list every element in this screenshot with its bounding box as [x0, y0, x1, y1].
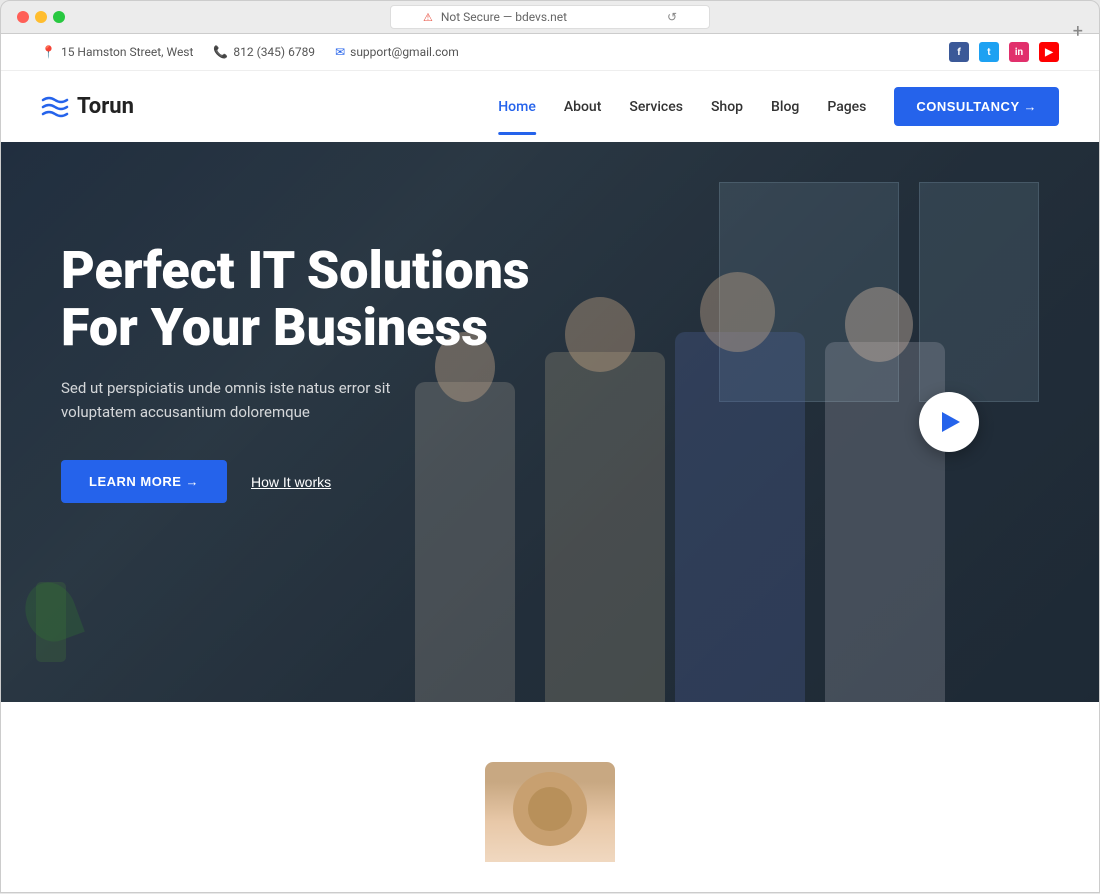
browser-body: 📍 15 Hamston Street, West 📞 812 (345) 67…: [1, 33, 1099, 892]
hero-title-line1: Perfect IT Solutions: [61, 240, 530, 301]
logo-icon: [41, 96, 69, 118]
address-text: Not Secure — bdevs.net: [441, 10, 567, 24]
play-video-button[interactable]: [919, 392, 979, 452]
plant-decor: [21, 582, 81, 702]
hero-content: Perfect IT Solutions For Your Business S…: [1, 142, 621, 563]
nav-blog[interactable]: Blog: [771, 99, 799, 115]
hero-actions: LEARN MORE → How It works: [61, 460, 561, 503]
hero-title-line2: For Your Business: [61, 297, 488, 358]
consultancy-button[interactable]: CONSULTANCY →: [894, 87, 1059, 126]
hero-section: Perfect IT Solutions For Your Business S…: [1, 142, 1099, 702]
email-icon: ✉: [335, 45, 345, 59]
facebook-icon[interactable]: f: [949, 42, 969, 62]
learn-more-button[interactable]: LEARN MORE →: [61, 460, 227, 503]
bottom-content-preview: [485, 762, 615, 862]
youtube-icon[interactable]: ▶: [1039, 42, 1059, 62]
topbar-left: 📍 15 Hamston Street, West 📞 812 (345) 67…: [41, 45, 459, 59]
phone-info: 📞 812 (345) 6789: [213, 45, 315, 59]
phone-value: 812 (345) 6789: [233, 45, 315, 59]
new-tab-button[interactable]: +: [1073, 21, 1083, 42]
hero-title: Perfect IT Solutions For Your Business: [61, 242, 561, 356]
instagram-icon[interactable]: in: [1009, 42, 1029, 62]
address-bar[interactable]: ⚠ Not Secure — bdevs.net ↺: [390, 5, 710, 29]
how-it-works-button[interactable]: How It works: [251, 474, 331, 490]
email-value: support@gmail.com: [350, 45, 459, 59]
maximize-button[interactable]: [53, 11, 65, 23]
nav-about[interactable]: About: [564, 99, 602, 115]
logo-text: Torun: [77, 94, 134, 119]
nav-home[interactable]: Home: [498, 99, 536, 115]
play-icon: [942, 412, 960, 432]
logo[interactable]: Torun: [41, 94, 134, 119]
location-icon: 📍: [41, 45, 56, 59]
minimize-button[interactable]: [35, 11, 47, 23]
reload-icon[interactable]: ↺: [667, 10, 677, 24]
phone-icon: 📞: [213, 45, 228, 59]
browser-window: ⚠ Not Secure — bdevs.net ↺ + 📍 15 Hamsto…: [0, 0, 1100, 893]
main-nav: Home About Services Shop Blog Pages CONS…: [498, 87, 1059, 126]
nav-shop[interactable]: Shop: [711, 99, 743, 115]
person-thumbnail: [485, 762, 615, 862]
email-info: ✉ support@gmail.com: [335, 45, 459, 59]
lock-icon: ⚠: [423, 11, 433, 24]
nav-pages[interactable]: Pages: [827, 99, 866, 115]
nav-services[interactable]: Services: [629, 99, 683, 115]
social-links: f t in ▶: [949, 42, 1059, 62]
twitter-icon[interactable]: t: [979, 42, 999, 62]
topbar: 📍 15 Hamston Street, West 📞 812 (345) 67…: [1, 34, 1099, 71]
hero-subtitle: Sed ut perspiciatis unde omnis iste natu…: [61, 376, 461, 424]
site-header: Torun Home About Services Shop Blog Page…: [1, 71, 1099, 142]
close-button[interactable]: [17, 11, 29, 23]
address-info: 📍 15 Hamston Street, West: [41, 45, 193, 59]
browser-titlebar: ⚠ Not Secure — bdevs.net ↺ +: [1, 11, 1099, 33]
window-controls: [17, 11, 65, 23]
logo-svg: [41, 96, 69, 118]
address-value: 15 Hamston Street, West: [61, 45, 193, 59]
bottom-preview-section: [1, 702, 1099, 892]
